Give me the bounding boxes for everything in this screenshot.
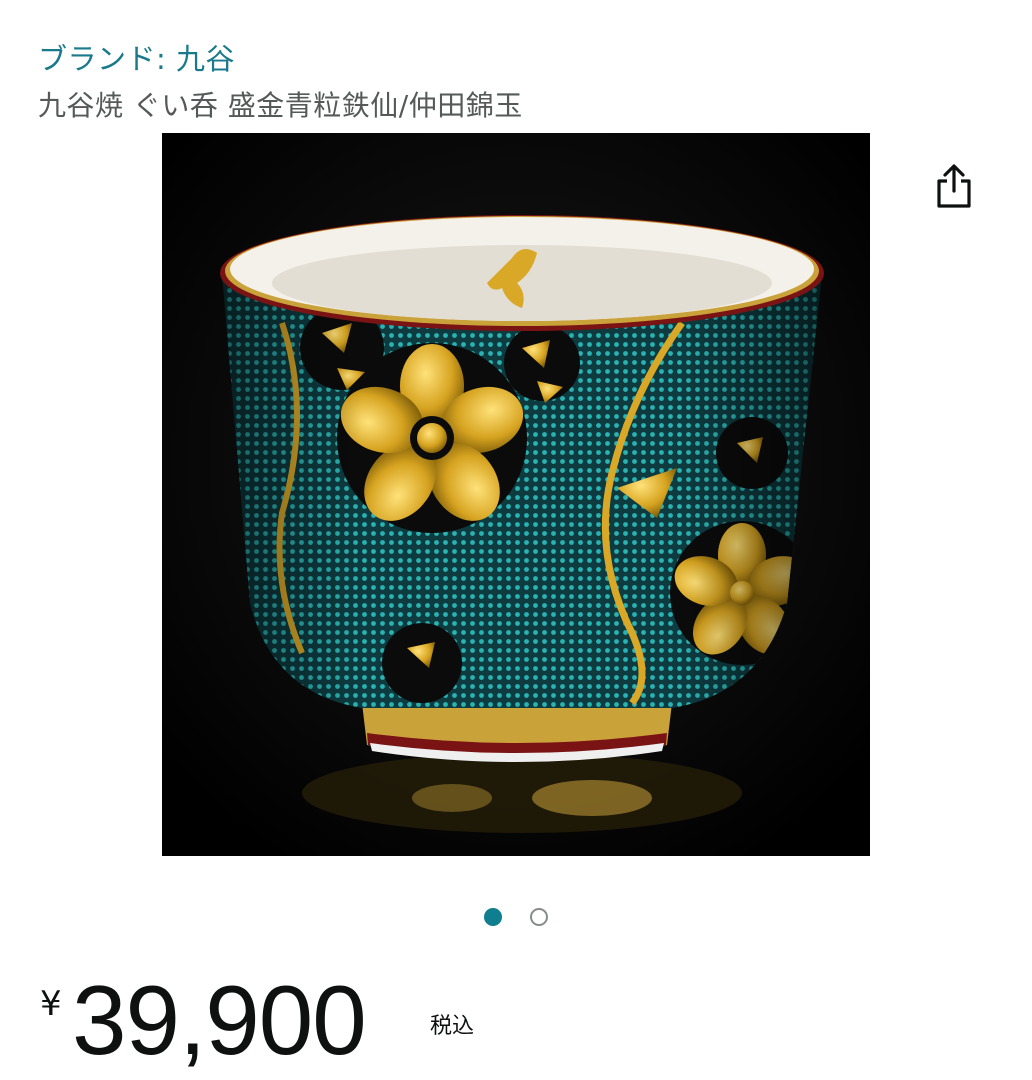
- pagination-dot-2[interactable]: [530, 908, 548, 926]
- pagination-dot-1[interactable]: [484, 908, 502, 926]
- brand-link[interactable]: ブランド: 九谷: [38, 36, 235, 78]
- currency-symbol: ¥: [40, 984, 62, 1024]
- product-photo-guinomi-cup: [162, 133, 870, 856]
- image-pagination: [0, 906, 1032, 928]
- product-image[interactable]: [162, 133, 870, 856]
- price-amount: 39,900: [72, 965, 367, 1075]
- product-title: 九谷焼 ぐい呑 盛金青粒鉄仙/仲田錦玉: [38, 89, 523, 122]
- share-icon: [937, 164, 971, 208]
- share-button[interactable]: [928, 158, 980, 214]
- tax-included-label: 税込: [430, 1014, 475, 1039]
